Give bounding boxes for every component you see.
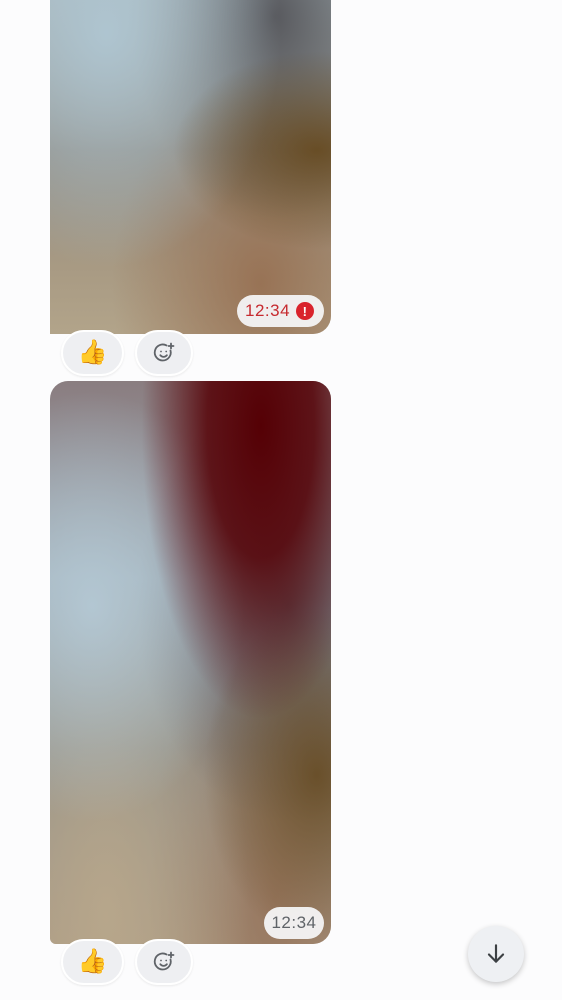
thumbs-up-icon: 👍 (77, 339, 108, 366)
exclamation-icon: ! (296, 302, 314, 320)
add-reaction-button[interactable] (135, 330, 193, 376)
message-time: 12:34 (245, 301, 291, 320)
chat-view: 12:34 ! 👍 12:34 👍 (0, 0, 562, 1000)
arrow-down-icon (487, 944, 505, 963)
image-message[interactable] (50, 0, 331, 334)
blurred-image (50, 0, 331, 334)
add-reaction-icon (153, 951, 175, 971)
add-reaction-icon (153, 342, 175, 362)
blurred-image (50, 381, 331, 944)
reaction-thumbs-up[interactable]: 👍 (61, 330, 124, 376)
reaction-thumbs-up[interactable]: 👍 (61, 939, 124, 985)
scroll-to-bottom-button[interactable] (468, 926, 524, 982)
add-reaction-button[interactable] (135, 939, 193, 985)
message-time-badge: 12:34 (264, 907, 324, 939)
image-message[interactable] (50, 381, 331, 944)
message-time: 12:34 (271, 913, 317, 932)
thumbs-up-icon: 👍 (77, 948, 108, 975)
message-time-badge-error[interactable]: 12:34 ! (237, 295, 324, 327)
